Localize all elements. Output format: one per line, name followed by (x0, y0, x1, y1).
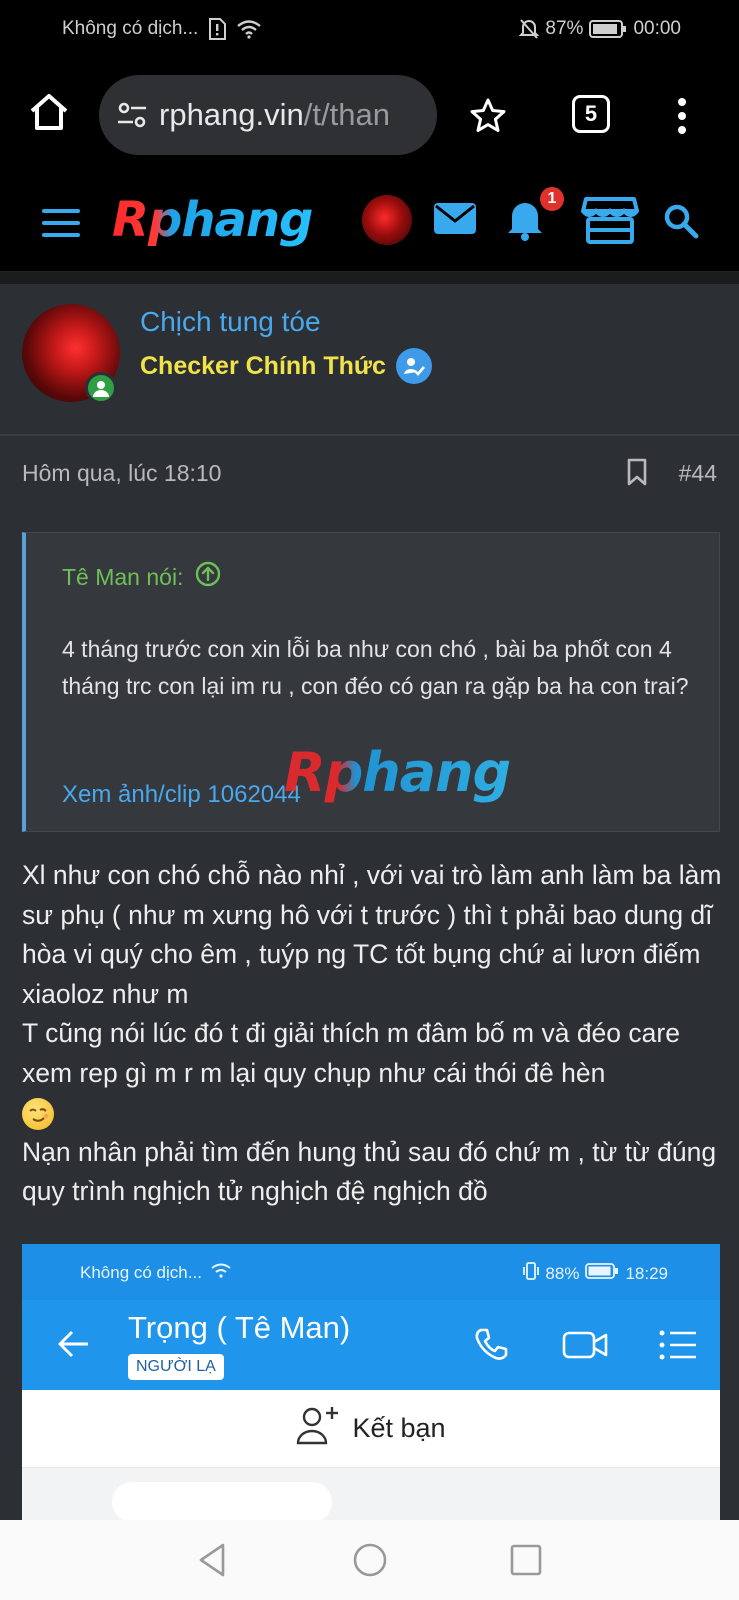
nav-home-icon[interactable] (350, 1540, 390, 1580)
status-bar: Không có dịch... 87% 00:00 (0, 0, 739, 62)
url-path: /t/than (303, 97, 390, 132)
post-body: Xl như con chó chỗ nào nhỉ , với vai trò… (22, 856, 722, 1212)
embedded-vibrate-icon (523, 1262, 540, 1285)
battery-icon (589, 19, 627, 39)
thread-page: Chịch tung tóe Checker Chính Thức Hôm qu… (0, 272, 739, 1520)
quote-text: 4 tháng trước con xin lỗi ba như con chó… (62, 636, 689, 699)
video-call-icon (562, 1326, 608, 1364)
list-menu-icon (658, 1326, 696, 1364)
inbox-mail-icon[interactable] (433, 200, 477, 241)
bookmark-star-icon[interactable] (468, 96, 508, 136)
nav-recents-icon[interactable] (506, 1540, 546, 1580)
post-author-block: Chịch tung tóe Checker Chính Thức (0, 284, 739, 436)
battery-percent: 87% (545, 18, 584, 39)
smirk-emoji-icon (22, 1098, 54, 1130)
go-to-quote-icon[interactable] (195, 561, 221, 593)
embedded-battery-icon (585, 1263, 619, 1284)
post-paragraph: Nạn nhân phải tìm đến hung thủ sau đó ch… (22, 1136, 717, 1207)
author-title: Checker Chính Thức (140, 348, 432, 384)
post-timestamp[interactable]: Hôm qua, lúc 18:10 (22, 460, 221, 487)
url-text[interactable]: rphang.vin/t/than (159, 97, 390, 133)
author-title-text: Checker Chính Thức (140, 351, 386, 380)
tab-switcher-button[interactable]: 5 (572, 95, 610, 133)
embedded-status-bar: Không có dịch... 88% 18:29 (22, 1244, 720, 1300)
notifications-bell-icon[interactable] (506, 197, 544, 246)
site-logo[interactable]: Rphang (112, 192, 313, 248)
account-avatar[interactable] (362, 195, 412, 245)
verified-badge-icon (395, 348, 432, 384)
site-header: Rphang (0, 170, 739, 272)
add-friend-label: Kết bạn (352, 1413, 446, 1443)
embedded-chat-bubble (112, 1482, 332, 1520)
add-friend-icon (296, 1405, 340, 1452)
embedded-stranger-tag: NGƯỜI LẠ (128, 1354, 224, 1380)
embedded-wifi-icon (210, 1262, 232, 1283)
post-number[interactable]: #44 (679, 460, 717, 487)
forum-post: Chịch tung tóe Checker Chính Thức Hôm qu… (0, 284, 739, 1520)
mute-bell-icon (519, 18, 540, 40)
post-paragraph: T cũng nói lúc đó t đi giải thích m đâm … (22, 1014, 722, 1133)
search-icon[interactable] (663, 203, 699, 244)
site-settings-icon[interactable] (115, 98, 149, 132)
embedded-carrier: Không có dịch... (80, 1262, 202, 1282)
post-paragraph-text: T cũng nói lúc đó t đi giải thích m đâm … (22, 1018, 680, 1088)
author-username[interactable]: Chịch tung tóe (140, 306, 321, 338)
url-host: rphang.vin (159, 97, 304, 132)
carrier-label: Không có dịch... (62, 18, 199, 39)
embedded-screenshot[interactable]: Không có dịch... 88% 18:29 Trọng (Tê Ma… (22, 1244, 720, 1520)
nav-back-icon[interactable] (193, 1540, 233, 1580)
bookmark-icon[interactable] (626, 458, 648, 486)
home-icon[interactable] (27, 90, 71, 134)
wifi-icon (236, 19, 262, 39)
online-status-icon (85, 372, 117, 404)
quote-author[interactable]: Tê Man nói: (62, 561, 221, 593)
post-paragraph: Xl như con chó chỗ nào nhỉ , với vai trò… (22, 860, 722, 1009)
quote-author-text: Tê Man nói: (62, 563, 184, 590)
clock: 00:00 (633, 18, 681, 39)
quote-block: Tê Man nói: 4 tháng trước con xin lỗi ba… (22, 532, 720, 832)
embedded-clock: 18:29 (625, 1263, 668, 1283)
media-link[interactable]: Xem ảnh/clip 1062044 (62, 781, 301, 809)
sim-alert-icon (208, 18, 227, 40)
system-navigation-bar (0, 1520, 739, 1600)
address-bar[interactable]: rphang.vin/t/than (99, 75, 437, 155)
embedded-add-friend-row: Kết bạn (22, 1390, 720, 1468)
notification-badge: 1 (540, 187, 564, 211)
site-watermark: Rphang (284, 741, 511, 804)
browser-menu-icon[interactable] (676, 94, 688, 138)
embedded-battery-percent: 88% (545, 1263, 580, 1283)
back-arrow-icon (56, 1326, 92, 1362)
hamburger-menu-icon[interactable] (42, 209, 82, 237)
phone-call-icon (472, 1326, 510, 1364)
embedded-chat-header: Trọng ( Tê Man) NGƯỜI LẠ (22, 1300, 720, 1390)
browser-toolbar: rphang.vin/t/than 5 (0, 62, 739, 170)
embedded-contact-name: Trọng ( Tê Man) (128, 1310, 351, 1345)
store-icon[interactable] (581, 195, 639, 250)
